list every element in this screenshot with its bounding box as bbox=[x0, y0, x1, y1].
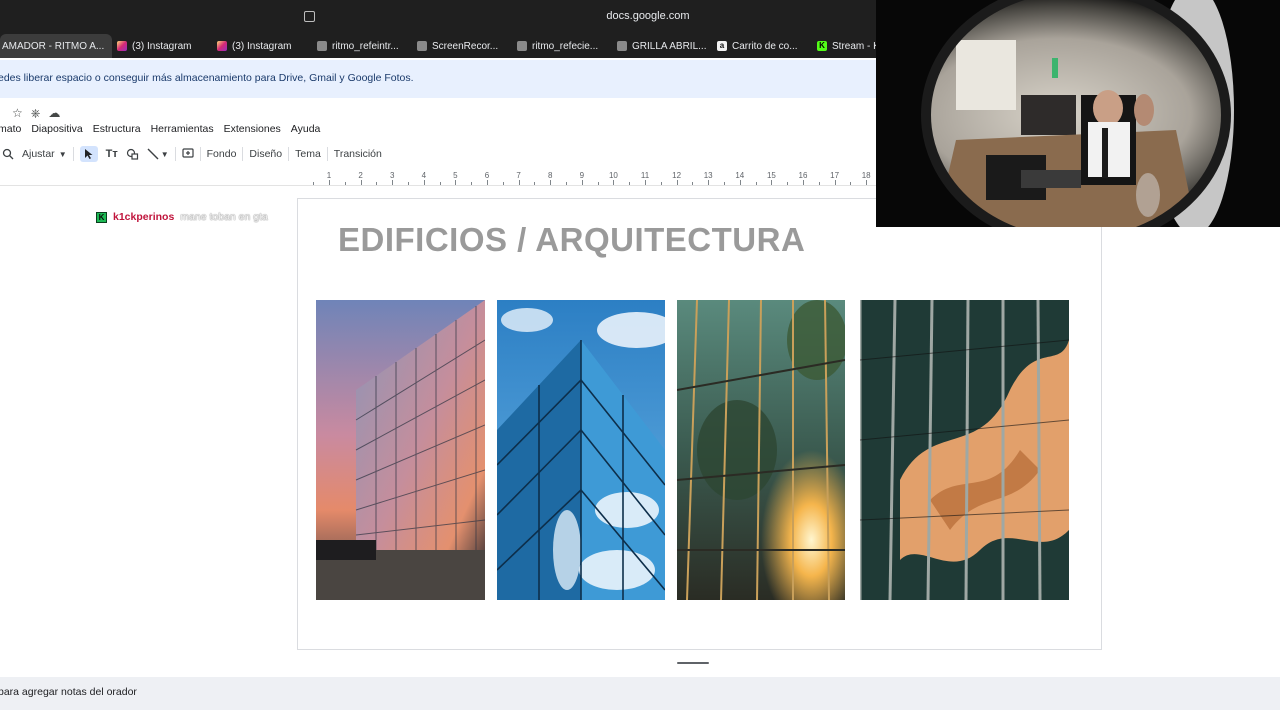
slides-icon bbox=[517, 41, 527, 51]
ruler-number: 15 bbox=[766, 171, 776, 180]
tab-label: (3) Instagram bbox=[132, 40, 192, 52]
ruler-number: 18 bbox=[861, 171, 871, 180]
streamer-webcam-overlay bbox=[876, 0, 1280, 227]
zoom-select[interactable]: Ajustar ▼ bbox=[22, 148, 67, 160]
text-box-button[interactable]: Tт bbox=[106, 148, 118, 160]
kick-badge-icon: K bbox=[96, 211, 107, 223]
select-tool-button[interactable] bbox=[79, 146, 98, 162]
comment-button[interactable] bbox=[182, 148, 194, 160]
ruler-number: 4 bbox=[421, 171, 427, 180]
tab-label: Carrito de co... bbox=[732, 40, 798, 52]
browser-tab[interactable]: AMADOR - RITMO A... bbox=[0, 34, 113, 58]
slides-icon bbox=[417, 41, 427, 51]
ruler-number: 7 bbox=[516, 171, 521, 180]
menu-bar: mato Diapositiva Estructura Herramientas… bbox=[0, 121, 320, 137]
menu-format[interactable]: mato bbox=[0, 121, 21, 137]
editor-toolbar: Ajustar ▼ Tт ▼ Fondo Diseño Tema Transic… bbox=[0, 144, 382, 164]
chat-username: k1ckperinos bbox=[113, 211, 175, 223]
tab-label: ritmo_refeintr... bbox=[332, 40, 399, 52]
tab-label: ritmo_refecie... bbox=[532, 40, 599, 52]
menu-tools[interactable]: Herramientas bbox=[151, 121, 214, 137]
browser-tab[interactable]: ScreenRecor... bbox=[417, 34, 498, 58]
toolbar-divider bbox=[288, 147, 290, 161]
ruler-number: 16 bbox=[798, 171, 808, 180]
background-button[interactable]: Fondo bbox=[207, 148, 237, 160]
cloud-saved-icon[interactable]: ☁ bbox=[48, 106, 60, 121]
menu-slide[interactable]: Diapositiva bbox=[31, 121, 82, 137]
glass-building-sunset-photo[interactable] bbox=[316, 300, 485, 600]
ruler-number: 9 bbox=[579, 171, 585, 180]
amazon-icon: a bbox=[717, 41, 727, 51]
speaker-notes-placeholder: para agregar notas del orador bbox=[0, 686, 137, 698]
browser-tab[interactable]: GRILLA ABRIL... bbox=[617, 34, 706, 58]
glass-building-sky-photo[interactable] bbox=[497, 300, 665, 600]
zoom-icon[interactable] bbox=[2, 148, 14, 160]
browser-tab[interactable]: (3) Instagram bbox=[217, 34, 291, 58]
tab-label: AMADOR - RITMO A... bbox=[2, 40, 105, 52]
glass-facade-reflection-photo[interactable] bbox=[860, 300, 1069, 600]
slide-canvas[interactable]: EDIFICIOS / ARQUITECTURA bbox=[297, 198, 1102, 650]
stream-chat-message: K k1ckperinos mane toban en gta bbox=[96, 211, 268, 223]
move-to-drive-icon[interactable]: ⎈ bbox=[31, 106, 41, 121]
instagram-icon bbox=[217, 41, 227, 51]
menu-arrange[interactable]: Estructura bbox=[93, 121, 141, 137]
slides-icon bbox=[317, 41, 327, 51]
browser-tab[interactable]: a Carrito de co... bbox=[717, 34, 798, 58]
theme-button[interactable]: Tema bbox=[295, 148, 321, 160]
chat-message-text: mane toban en gta bbox=[180, 211, 268, 223]
tab-label: Stream - Ki bbox=[832, 40, 883, 52]
ruler-number: 2 bbox=[358, 171, 363, 180]
notes-resize-handle[interactable] bbox=[677, 662, 709, 664]
browser-tab[interactable]: ritmo_refeintr... bbox=[317, 34, 399, 58]
instagram-icon bbox=[117, 41, 127, 51]
horizontal-ruler: 1 2 3 4 5 6 7 8 9 10 11 12 13 14 15 16 17 18 bbox=[298, 170, 876, 186]
toolbar-divider bbox=[174, 147, 176, 161]
ruler-number: 10 bbox=[608, 171, 618, 180]
star-icon[interactable]: ☆ bbox=[12, 106, 23, 121]
shape-button[interactable] bbox=[126, 148, 139, 160]
toolbar-divider bbox=[326, 147, 328, 161]
menu-help[interactable]: Ayuda bbox=[291, 121, 321, 137]
ruler-number: 6 bbox=[484, 171, 490, 180]
ruler-number: 17 bbox=[830, 171, 840, 180]
kick-icon: K bbox=[817, 41, 827, 51]
tab-label: GRILLA ABRIL... bbox=[632, 40, 707, 52]
menu-extensions[interactable]: Extensiones bbox=[224, 121, 281, 137]
design-button[interactable]: Diseño bbox=[249, 148, 282, 160]
chevron-down-icon: ▼ bbox=[160, 149, 169, 159]
toolbar-divider bbox=[199, 147, 201, 161]
shape-icon bbox=[126, 148, 138, 160]
browser-tab[interactable]: K Stream - Ki bbox=[817, 34, 882, 58]
chevron-down-icon: ▼ bbox=[58, 149, 67, 159]
ruler-number: 3 bbox=[389, 171, 395, 180]
ruler-number: 1 bbox=[326, 171, 332, 180]
browser-tab[interactable]: (3) Instagram bbox=[117, 34, 191, 58]
zoom-label: Ajustar bbox=[22, 148, 55, 160]
speaker-notes-area[interactable]: para agregar notas del orador bbox=[0, 677, 1280, 710]
ruler-number: 14 bbox=[735, 171, 745, 180]
storage-banner-text: edes liberar espacio o conseguir más alm… bbox=[0, 72, 414, 84]
ruler-number: 11 bbox=[640, 171, 650, 180]
doc-status-icons: ☆ ⎈ ☁ bbox=[12, 106, 60, 121]
line-icon bbox=[147, 148, 159, 160]
slides-icon bbox=[617, 41, 627, 51]
browser-tab[interactable]: ritmo_refecie... bbox=[517, 34, 598, 58]
slide-title[interactable]: EDIFICIOS / ARQUITECTURA bbox=[338, 221, 805, 259]
transition-button[interactable]: Transición bbox=[334, 148, 382, 160]
ruler-number: 8 bbox=[547, 171, 553, 180]
toolbar-divider bbox=[72, 147, 74, 161]
tab-label: ScreenRecor... bbox=[432, 40, 499, 52]
cursor-icon bbox=[84, 149, 93, 159]
text-box-icon: Tт bbox=[105, 148, 118, 160]
tab-label: (3) Instagram bbox=[232, 40, 292, 52]
toolbar-divider bbox=[242, 147, 244, 161]
add-comment-icon bbox=[182, 148, 194, 158]
ruler-number: 12 bbox=[672, 171, 682, 180]
glass-building-trees-photo[interactable] bbox=[677, 300, 845, 600]
ruler-number: 5 bbox=[453, 171, 458, 180]
ruler-number: 13 bbox=[703, 171, 713, 180]
line-button[interactable]: ▼ bbox=[147, 148, 169, 160]
